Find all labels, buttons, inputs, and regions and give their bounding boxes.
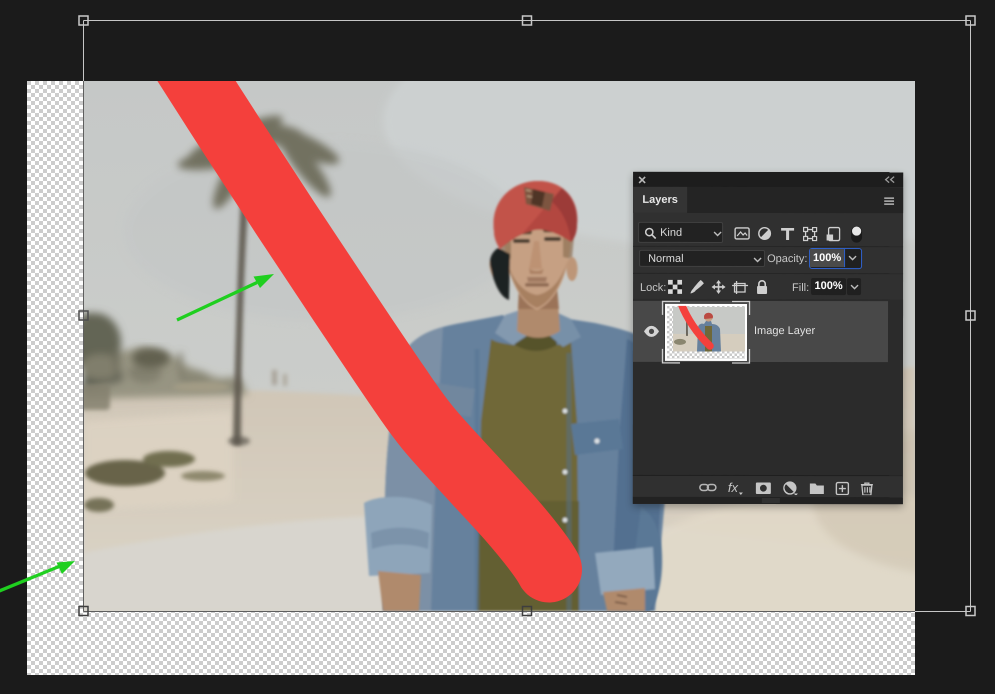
svg-text:fx: fx bbox=[728, 480, 739, 495]
